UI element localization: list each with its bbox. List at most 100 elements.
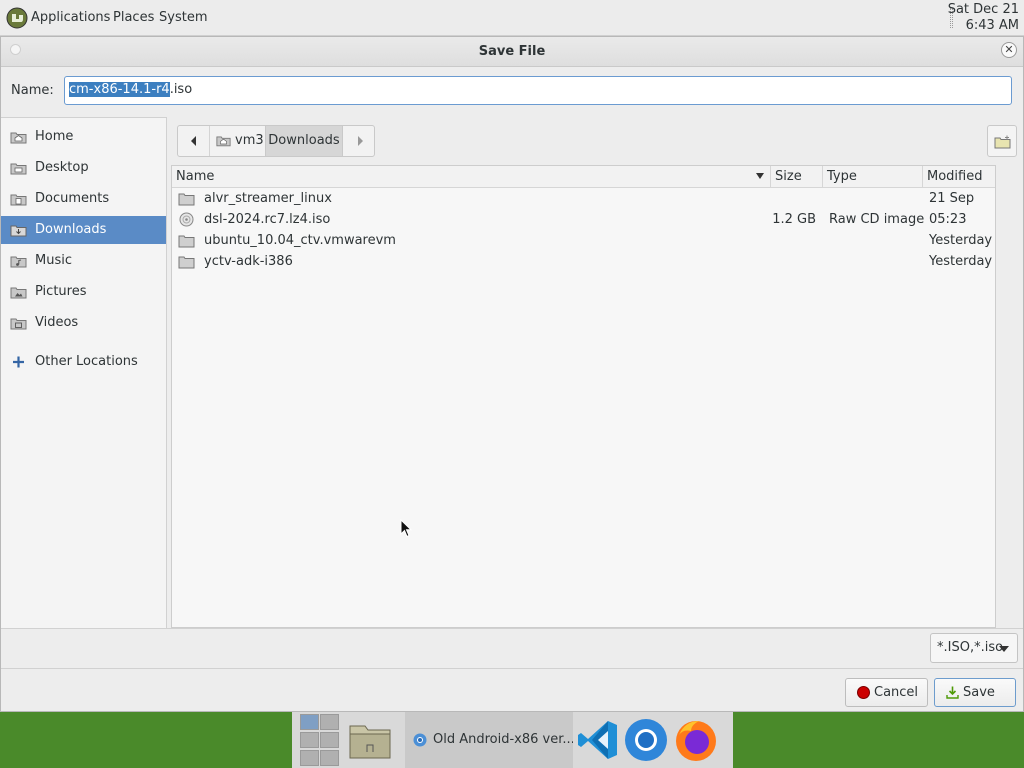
save-download-icon xyxy=(946,686,959,699)
window-task-button[interactable]: Old Android-x86 ver... xyxy=(405,712,573,768)
file-name: dsl-2024.rc7.lz4.iso xyxy=(204,212,331,227)
sidebar-item-label: Pictures xyxy=(35,284,87,299)
sidebar-item-label: Videos xyxy=(35,315,79,330)
mint-logo-icon[interactable] xyxy=(6,7,28,29)
pictures-folder-icon xyxy=(10,287,27,299)
file-row[interactable]: ubuntu_10.04_ctv.vmwarevm Yesterday xyxy=(172,230,995,251)
downloads-folder-icon xyxy=(10,225,27,237)
filename-selected-text: cm-x86-14.1-r4 xyxy=(69,82,170,97)
column-header-modified[interactable]: Modified xyxy=(923,166,995,187)
path-forward-button[interactable] xyxy=(344,126,375,156)
filter-selected-value: *.ISO,*.iso xyxy=(937,640,1004,655)
file-manager-icon[interactable] xyxy=(347,718,393,762)
cancel-button-label: Cancel xyxy=(874,685,919,700)
folder-icon xyxy=(178,193,195,206)
workspace-5[interactable] xyxy=(300,750,319,766)
sidebar-item-label: Documents xyxy=(35,191,110,206)
name-label: Name: xyxy=(11,83,54,98)
save-file-dialog: Save File ✕ Name: cm-x86-14.1-r4.iso Hom… xyxy=(0,36,1024,712)
name-row: Name: cm-x86-14.1-r4.iso xyxy=(1,67,1023,115)
sidebar-item-videos[interactable]: Videos xyxy=(1,309,166,337)
path-segment-downloads[interactable]: Downloads xyxy=(265,126,343,156)
chevron-down-icon xyxy=(999,646,1009,652)
column-headers: Name Size Type Modified xyxy=(172,166,995,188)
filename-input[interactable]: cm-x86-14.1-r4.iso xyxy=(64,76,1012,105)
file-modified: Yesterday xyxy=(929,254,993,269)
workspace-4[interactable] xyxy=(320,732,339,748)
path-back-button[interactable] xyxy=(178,126,210,156)
clock[interactable]: Sat Dec 21 6:43 AM xyxy=(948,2,1019,34)
file-name: ubuntu_10.04_ctv.vmwarevm xyxy=(204,233,396,248)
desktop-folder-icon xyxy=(10,163,27,175)
create-folder-button[interactable] xyxy=(987,125,1017,157)
stop-icon xyxy=(857,686,870,699)
column-header-type[interactable]: Type xyxy=(823,166,923,187)
firefox-icon[interactable] xyxy=(673,717,719,763)
workspace-switcher[interactable] xyxy=(300,714,340,768)
file-name: alvr_streamer_linux xyxy=(204,191,332,206)
taskbar: Old Android-x86 ver... xyxy=(292,712,733,768)
column-header-name[interactable]: Name xyxy=(172,166,771,187)
folder-icon xyxy=(178,235,195,248)
folder-icon xyxy=(178,256,195,269)
path-bar: vm3 Downloads xyxy=(177,125,375,157)
home-folder-icon xyxy=(216,136,231,147)
filter-row: *.ISO,*.iso xyxy=(1,628,1023,668)
workspace-6[interactable] xyxy=(320,750,339,766)
sidebar-item-documents[interactable]: Documents xyxy=(1,185,166,213)
cancel-button[interactable]: Cancel xyxy=(845,678,928,707)
sidebar-item-music[interactable]: Music xyxy=(1,247,166,275)
sidebar-item-label: Desktop xyxy=(35,160,89,175)
chevron-right-icon xyxy=(357,135,363,146)
sidebar-item-downloads[interactable]: Downloads xyxy=(1,216,166,244)
file-size: 1.2 GB xyxy=(772,212,816,227)
file-type: Raw CD image xyxy=(829,212,925,227)
top-panel: Applications Places System Sat Dec 21 6:… xyxy=(0,0,1024,36)
sidebar-item-pictures[interactable]: Pictures xyxy=(1,278,166,306)
applications-menu[interactable]: Applications xyxy=(31,10,110,25)
save-button-label: Save xyxy=(963,685,995,700)
plus-icon xyxy=(13,356,24,368)
column-header-label: Name xyxy=(176,169,215,184)
sidebar-item-label: Downloads xyxy=(35,222,107,237)
file-list: Name Size Type Modified alvr_streamer_li… xyxy=(171,165,996,628)
title-bar[interactable]: Save File ✕ xyxy=(1,37,1023,67)
path-segment-label: vm3 xyxy=(235,133,264,148)
close-icon[interactable]: ✕ xyxy=(1001,42,1017,58)
file-modified: Yesterday xyxy=(929,233,993,248)
file-row[interactable]: dsl-2024.rc7.lz4.iso 1.2 GB Raw CD image… xyxy=(172,209,995,230)
file-name: yctv-adk-i386 xyxy=(204,254,293,269)
chevron-left-icon xyxy=(190,135,196,146)
filename-extension-text: .iso xyxy=(169,82,193,97)
system-menu[interactable]: System xyxy=(159,10,207,25)
sidebar-item-label: Music xyxy=(35,253,72,268)
chromium-browser-icon[interactable] xyxy=(623,717,669,763)
task-title: Old Android-x86 ver... xyxy=(433,732,573,747)
documents-folder-icon xyxy=(10,194,27,206)
workspace-1[interactable] xyxy=(300,714,319,730)
sidebar-item-other-locations[interactable]: Other Locations xyxy=(1,348,166,376)
home-folder-icon xyxy=(10,132,27,144)
places-menu[interactable]: Places xyxy=(113,10,154,25)
workspace-2[interactable] xyxy=(320,714,339,730)
sidebar-item-label: Home xyxy=(35,129,74,144)
file-row[interactable]: alvr_streamer_linux 21 Sep xyxy=(172,188,995,209)
sort-descending-icon xyxy=(756,173,764,179)
sidebar-item-home[interactable]: Home xyxy=(1,123,166,151)
clock-date: Sat Dec 21 xyxy=(947,2,1019,17)
file-row[interactable]: yctv-adk-i386 Yesterday xyxy=(172,251,995,272)
places-sidebar: Home Desktop Documents Downloads Music P… xyxy=(1,117,167,628)
new-folder-icon xyxy=(994,135,1011,149)
file-modified: 05:23 xyxy=(929,212,967,227)
file-type-filter-dropdown[interactable]: *.ISO,*.iso xyxy=(930,633,1018,663)
workspace-3[interactable] xyxy=(300,732,319,748)
column-header-size[interactable]: Size xyxy=(771,166,823,187)
chromium-icon xyxy=(413,733,427,747)
save-button[interactable]: Save xyxy=(934,678,1016,707)
file-modified: 21 Sep xyxy=(929,191,975,206)
vscode-icon[interactable] xyxy=(575,717,621,763)
sidebar-item-desktop[interactable]: Desktop xyxy=(1,154,166,182)
path-segment-home[interactable]: vm3 xyxy=(211,126,265,156)
mouse-pointer-icon xyxy=(400,519,412,538)
sidebar-item-label: Other Locations xyxy=(35,354,138,369)
